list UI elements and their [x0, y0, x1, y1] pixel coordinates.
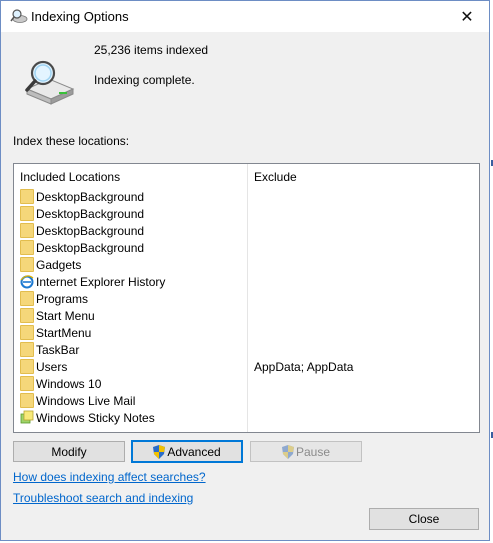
location-name: StartMenu	[36, 326, 92, 340]
window-title: Indexing Options	[31, 9, 129, 24]
location-row[interactable]: Gadgets	[14, 256, 479, 273]
indexing-options-icon	[10, 9, 28, 23]
location-name: Programs	[36, 292, 89, 306]
location-name: DesktopBackground	[36, 207, 145, 221]
location-name: Gadgets	[36, 258, 82, 272]
location-name: Users	[36, 360, 68, 374]
location-name: Internet Explorer History	[36, 275, 166, 289]
uac-shield-icon	[153, 444, 166, 459]
indexing-status: Indexing complete.	[94, 73, 195, 87]
index-locations-label: Index these locations:	[13, 134, 130, 148]
location-row[interactable]: TaskBar	[14, 341, 479, 358]
folder-icon	[20, 291, 34, 306]
location-name: DesktopBackground	[36, 224, 145, 238]
folder-icon	[20, 189, 34, 204]
advanced-button[interactable]: Advanced	[131, 440, 243, 463]
ie-icon	[20, 275, 34, 289]
pause-label: Pause	[295, 444, 331, 459]
location-name: Windows Live Mail	[36, 394, 136, 408]
modify-label: Modify	[51, 444, 87, 459]
location-exclude: AppData; AppData	[254, 360, 354, 374]
close-window-button[interactable]: ✕	[445, 1, 489, 32]
folder-icon	[20, 257, 34, 272]
exclude-header[interactable]: Exclude	[254, 170, 297, 184]
close-label: Close	[408, 512, 440, 526]
folder-icon	[20, 342, 34, 357]
location-row[interactable]: Windows Live Mail	[14, 392, 479, 409]
location-name: Windows 10	[36, 377, 102, 391]
locations-list[interactable]: Included Locations Exclude DesktopBackgr…	[13, 163, 480, 433]
location-row[interactable]: DesktopBackground	[14, 239, 479, 256]
uac-shield-icon	[281, 444, 294, 459]
folder-icon	[20, 206, 34, 221]
location-row[interactable]: Programs	[14, 290, 479, 307]
indexing-drive-icon	[25, 60, 75, 105]
close-icon: ✕	[460, 8, 474, 26]
folder-icon	[20, 376, 34, 391]
folder-icon	[20, 393, 34, 408]
location-row[interactable]: DesktopBackground	[14, 188, 479, 205]
location-name: Windows Sticky Notes	[36, 411, 155, 425]
location-name: DesktopBackground	[36, 190, 145, 204]
close-button[interactable]: Close	[369, 508, 479, 530]
folder-icon	[20, 223, 34, 238]
location-row[interactable]: Internet Explorer History	[14, 273, 479, 290]
location-row[interactable]: Windows Sticky Notes	[14, 409, 479, 426]
location-row[interactable]: Start Menu	[14, 307, 479, 324]
advanced-label: Advanced	[167, 444, 221, 459]
folder-icon	[20, 240, 34, 255]
location-row[interactable]: StartMenu	[14, 324, 479, 341]
title-bar[interactable]: Indexing Options ✕	[1, 1, 489, 32]
folder-icon	[20, 359, 34, 374]
folder-icon	[20, 308, 34, 323]
included-locations-header[interactable]: Included Locations	[20, 170, 120, 184]
troubleshoot-link[interactable]: Troubleshoot search and indexing	[13, 491, 193, 505]
items-indexed-count: 25,236 items indexed	[94, 43, 209, 57]
indexing-options-window: Indexing Options ✕ 25,236 items indexed …	[0, 0, 490, 541]
modify-button[interactable]: Modify	[13, 441, 125, 462]
location-name: TaskBar	[36, 343, 80, 357]
sticky-notes-icon	[20, 410, 34, 424]
location-name: DesktopBackground	[36, 241, 145, 255]
location-row[interactable]: DesktopBackground	[14, 222, 479, 239]
folder-icon	[20, 325, 34, 340]
location-row[interactable]: DesktopBackground	[14, 205, 479, 222]
location-row[interactable]: Windows 10	[14, 375, 479, 392]
location-name: Start Menu	[36, 309, 95, 323]
pause-button[interactable]: Pause	[250, 441, 362, 462]
how-indexing-affects-searches-link[interactable]: How does indexing affect searches?	[13, 470, 206, 484]
location-row[interactable]: Users AppData; AppData	[14, 358, 479, 375]
